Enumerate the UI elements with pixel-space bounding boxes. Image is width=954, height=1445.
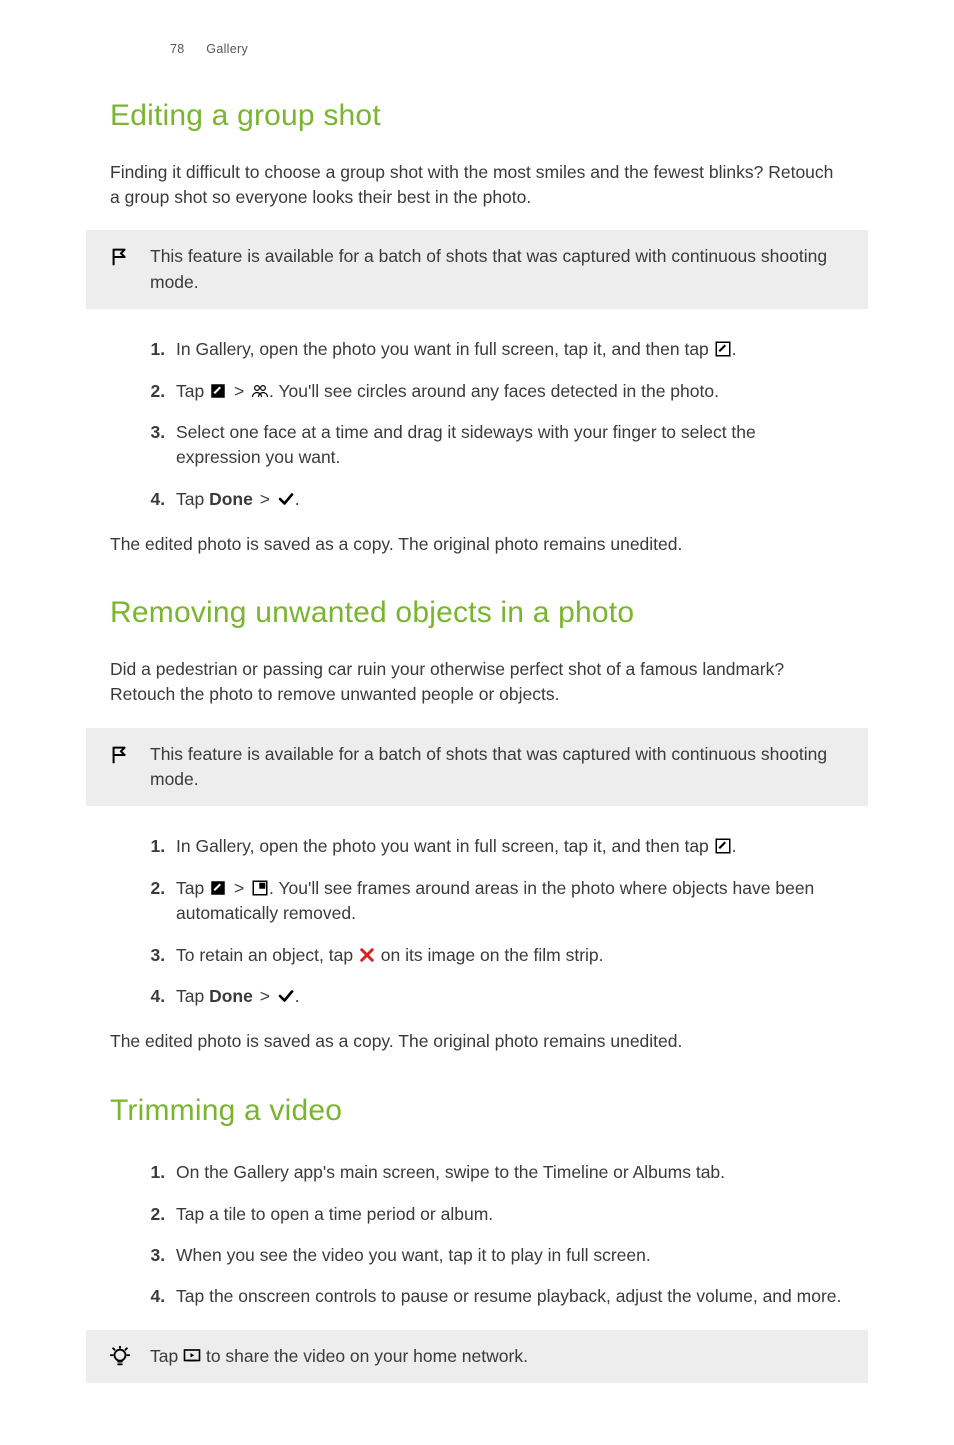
step-text: on its image on the film strip. bbox=[381, 945, 604, 965]
page-header: 78 Gallery bbox=[170, 40, 844, 58]
x-icon bbox=[358, 946, 376, 964]
flag-icon bbox=[106, 244, 134, 268]
list-item: Tap Done > . bbox=[170, 481, 844, 518]
list-item: Tap a tile to open a time period or albu… bbox=[170, 1196, 844, 1233]
step-text: . You'll see circles around any faces de… bbox=[269, 381, 719, 401]
tip-text: to share the video on your home network. bbox=[206, 1346, 528, 1366]
step-text: Tap bbox=[176, 381, 209, 401]
step-text: . bbox=[732, 836, 737, 856]
section-intro: Finding it difficult to choose a group s… bbox=[110, 160, 844, 211]
callout-note: This feature is available for a batch of… bbox=[86, 230, 868, 309]
callout-text: This feature is available for a batch of… bbox=[150, 244, 844, 295]
step-text: In Gallery, open the photo you want in f… bbox=[176, 836, 714, 856]
effects-icon bbox=[209, 382, 227, 400]
step-text: Select one face at a time and drag it si… bbox=[176, 422, 756, 467]
check-icon bbox=[277, 490, 295, 508]
step-text: When you see the video you want, tap it … bbox=[176, 1245, 651, 1265]
step-text: Tap a tile to open a time period or albu… bbox=[176, 1204, 493, 1224]
done-label: Done bbox=[209, 489, 253, 509]
list-item: On the Gallery app's main screen, swipe … bbox=[170, 1154, 844, 1191]
list-item: In Gallery, open the photo you want in f… bbox=[170, 828, 844, 865]
step-text: > bbox=[232, 381, 251, 401]
manual-page: 78 Gallery Editing a group shot Finding … bbox=[0, 0, 954, 1445]
step-text: . bbox=[732, 339, 737, 359]
callout-text: This feature is available for a batch of… bbox=[150, 742, 844, 793]
step-text: . bbox=[295, 986, 300, 1006]
list-item: Tap > . You'll see frames around areas i… bbox=[170, 870, 844, 933]
steps-list: In Gallery, open the photo you want in f… bbox=[146, 828, 844, 1015]
done-label: Done bbox=[209, 986, 253, 1006]
step-text: In Gallery, open the photo you want in f… bbox=[176, 339, 714, 359]
header-section-name: Gallery bbox=[206, 42, 248, 56]
callout-note: This feature is available for a batch of… bbox=[86, 728, 868, 807]
closing-text: The edited photo is saved as a copy. The… bbox=[110, 1029, 844, 1054]
step-text: To retain an object, tap bbox=[176, 945, 358, 965]
people-icon bbox=[251, 382, 269, 400]
list-item: Tap > . You'll see circles around any fa… bbox=[170, 373, 844, 410]
check-icon bbox=[277, 987, 295, 1005]
step-text: > bbox=[232, 878, 251, 898]
lightbulb-icon bbox=[106, 1344, 134, 1368]
step-text: Tap bbox=[176, 489, 209, 509]
step-text: . You'll see frames around areas in the … bbox=[176, 878, 814, 923]
callout-tip: Tap to share the video on your home netw… bbox=[86, 1330, 868, 1383]
step-text: Tap bbox=[176, 878, 209, 898]
step-text: > bbox=[253, 489, 277, 509]
step-text: Tap the onscreen controls to pause or re… bbox=[176, 1286, 841, 1306]
list-item: When you see the video you want, tap it … bbox=[170, 1237, 844, 1274]
step-text: Tap bbox=[176, 986, 209, 1006]
effects-icon bbox=[209, 879, 227, 897]
list-item: To retain an object, tap on its image on… bbox=[170, 937, 844, 974]
tip-text: Tap bbox=[150, 1346, 183, 1366]
steps-list: In Gallery, open the photo you want in f… bbox=[146, 331, 844, 518]
closing-text: The edited photo is saved as a copy. The… bbox=[110, 532, 844, 557]
step-text: > bbox=[253, 986, 277, 1006]
cast-icon bbox=[183, 1347, 201, 1365]
edit-icon bbox=[714, 837, 732, 855]
flag-icon bbox=[106, 742, 134, 766]
step-text: On the Gallery app's main screen, swipe … bbox=[176, 1162, 725, 1182]
section-title-remove-objects: Removing unwanted objects in a photo bbox=[110, 591, 844, 635]
list-item: Tap the onscreen controls to pause or re… bbox=[170, 1278, 844, 1315]
list-item: Select one face at a time and drag it si… bbox=[170, 414, 844, 477]
remove-object-icon bbox=[251, 879, 269, 897]
edit-icon bbox=[714, 340, 732, 358]
section-title-trim-video: Trimming a video bbox=[110, 1089, 844, 1133]
list-item: In Gallery, open the photo you want in f… bbox=[170, 331, 844, 368]
section-intro: Did a pedestrian or passing car ruin you… bbox=[110, 657, 844, 708]
list-item: Tap Done > . bbox=[170, 978, 844, 1015]
page-number: 78 bbox=[170, 42, 203, 56]
section-title-group-shot: Editing a group shot bbox=[110, 94, 844, 138]
step-text: . bbox=[295, 489, 300, 509]
